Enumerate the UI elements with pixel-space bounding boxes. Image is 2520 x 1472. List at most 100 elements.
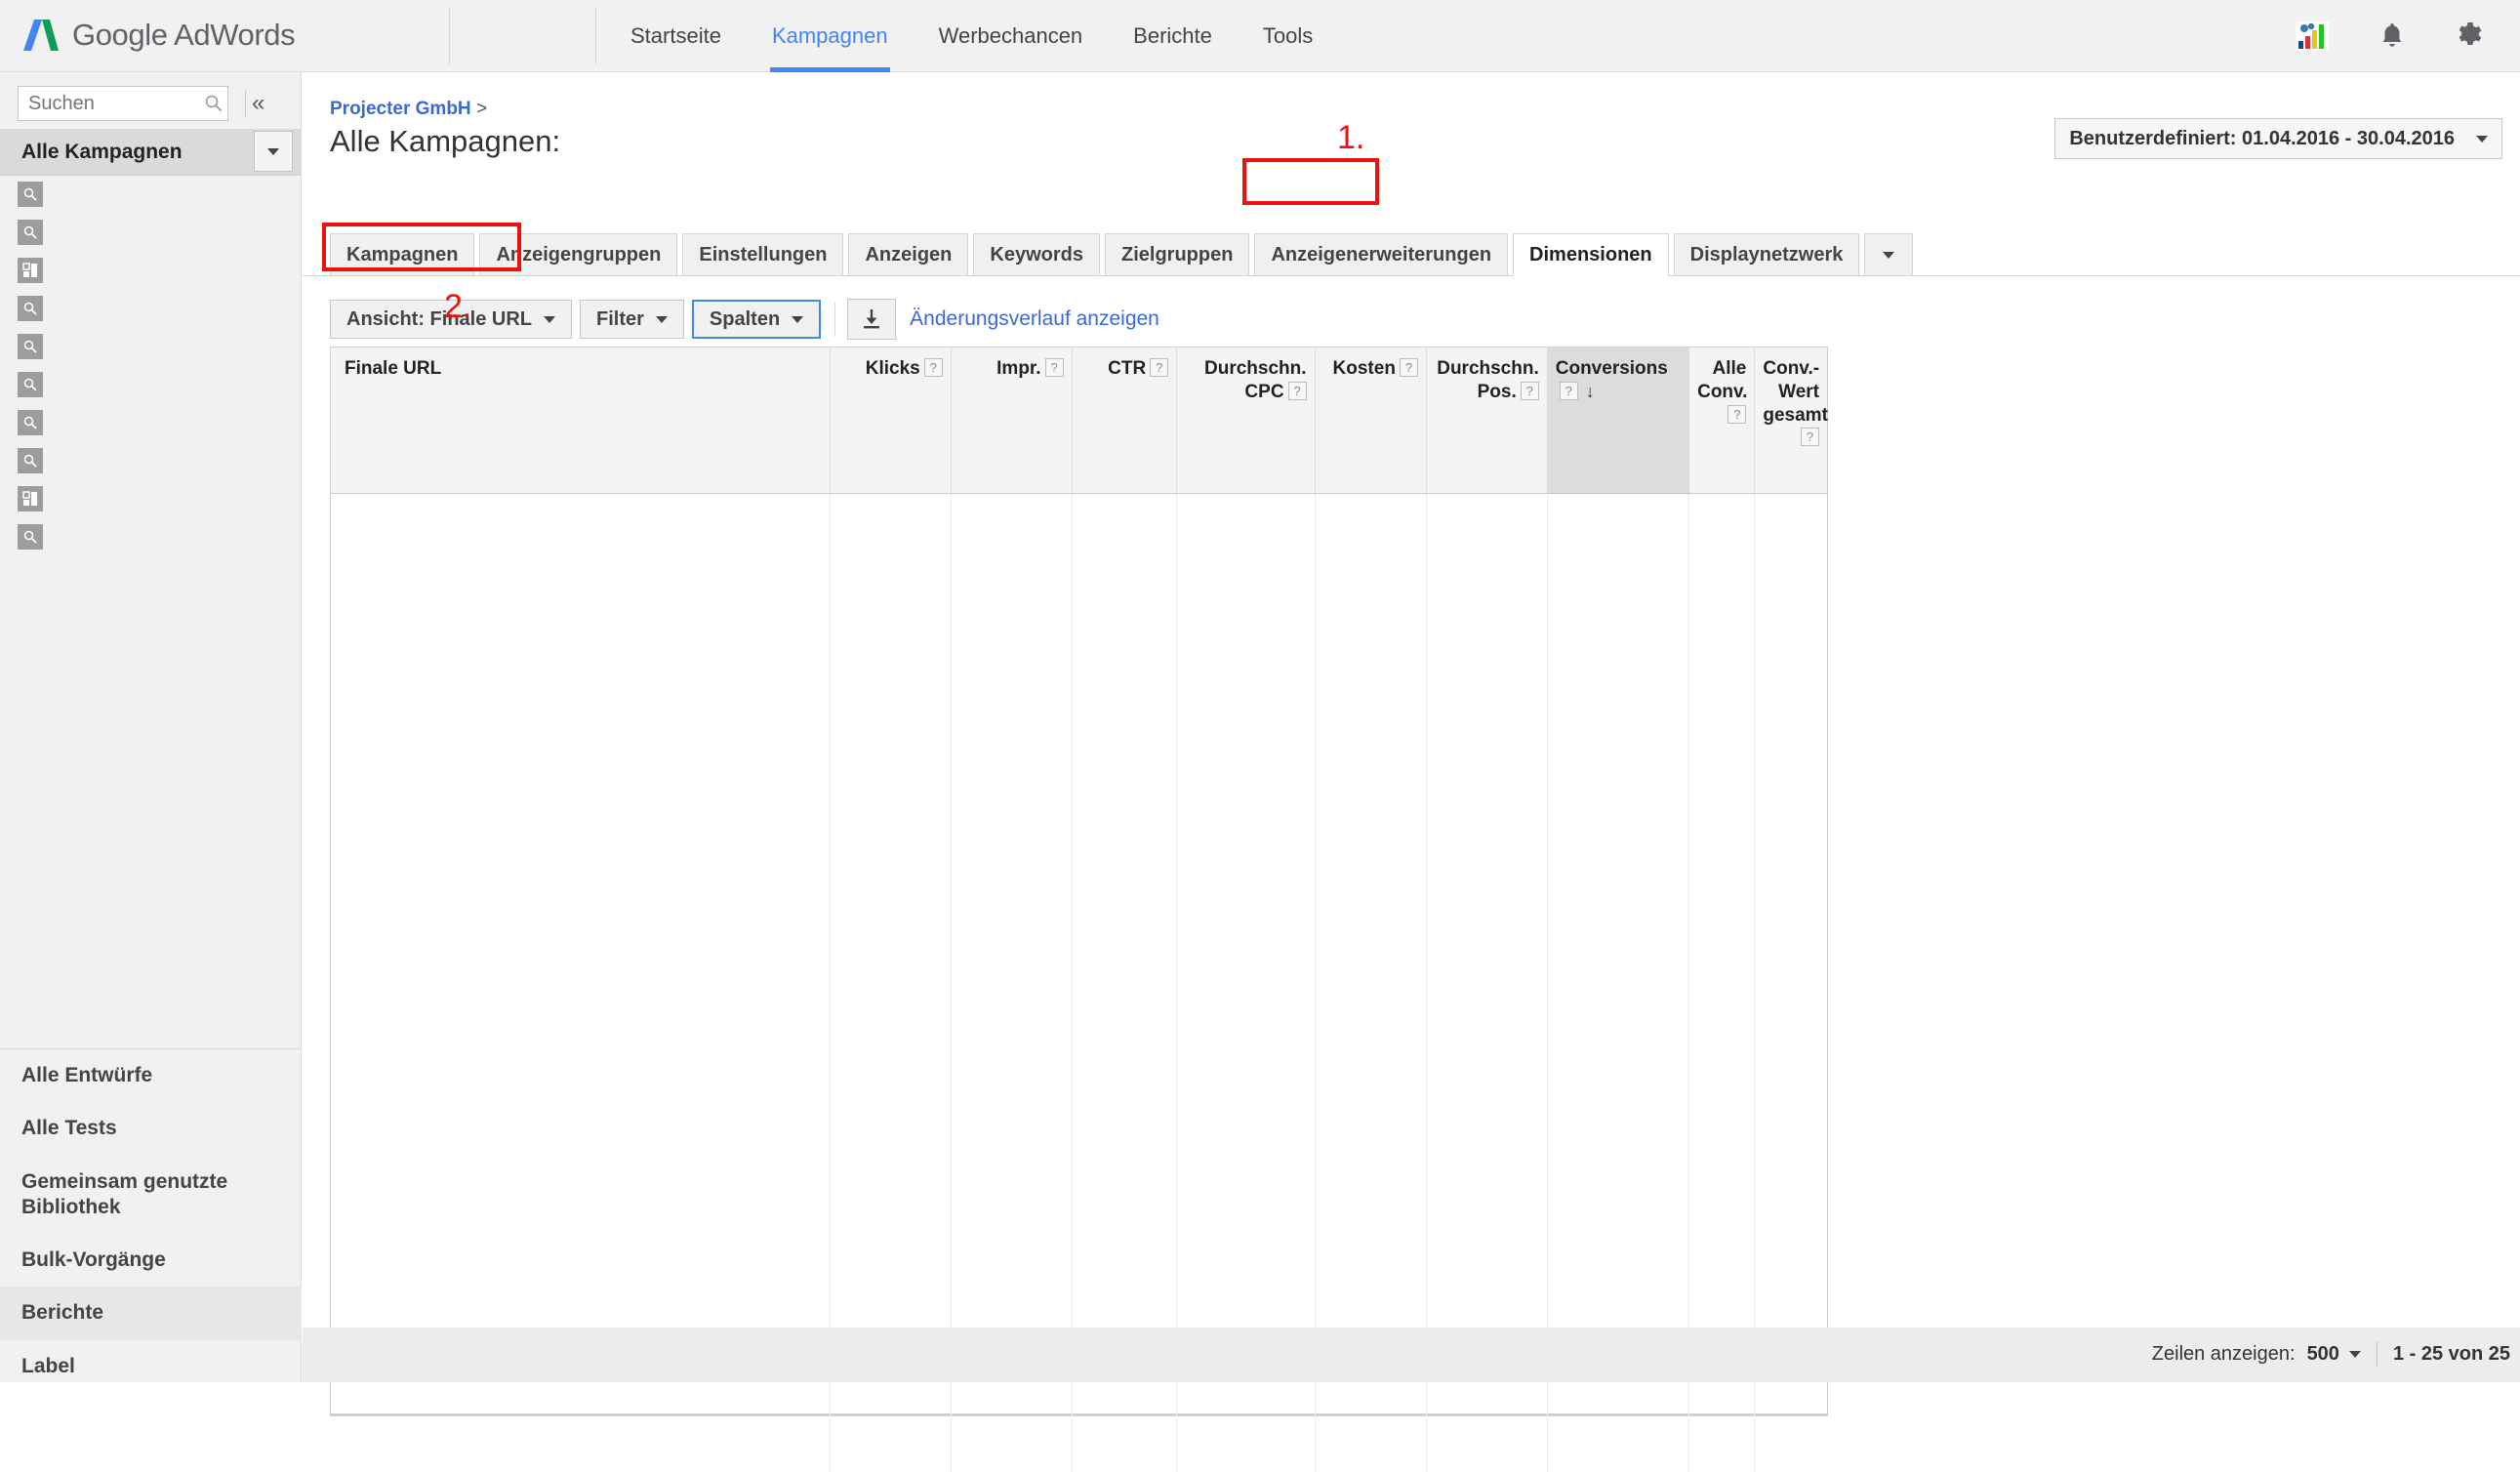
column-header-ctr[interactable]: CTR?	[1072, 348, 1177, 494]
sidebar-item-alle-tests[interactable]: Alle Tests	[0, 1102, 302, 1155]
search-placeholder-icon[interactable]	[18, 182, 43, 207]
account-selector-dropdown[interactable]	[254, 131, 293, 172]
top-divider-1	[449, 8, 450, 64]
download-icon	[862, 308, 881, 330]
annotation-number-2: 2.	[444, 288, 471, 326]
tab-anzeigenerweiterungen[interactable]: Anzeigenerweiterungen	[1254, 233, 1508, 276]
main-content: Projecter GmbH > Alle Kampagnen: Benutze…	[303, 73, 2520, 1382]
rows-per-page-value[interactable]: 500	[2307, 1343, 2339, 1366]
dimensions-table: Finale URL Klicks? Impr.? CTR? Durchschn…	[330, 347, 1828, 1416]
column-header-klicks[interactable]: Klicks?	[830, 348, 951, 494]
tab-keywords[interactable]: Keywords	[973, 233, 1100, 276]
help-icon[interactable]: ?	[1521, 382, 1539, 400]
date-range-selector[interactable]: Benutzerdefiniert: 01.04.2016 - 30.04.20…	[2054, 118, 2502, 159]
table-header-row: Finale URL Klicks? Impr.? CTR? Durchschn…	[331, 348, 1827, 494]
reports-chart-icon[interactable]	[2296, 21, 2329, 51]
pagination-range: 1 - 25 von 25	[2393, 1343, 2510, 1366]
nav-item-tools[interactable]: Tools	[1238, 0, 1338, 72]
column-header-durchschn-cpc[interactable]: Durchschn. CPC?	[1177, 348, 1315, 494]
search-placeholder-icon[interactable]	[18, 220, 43, 245]
filter-button[interactable]: Filter	[580, 300, 684, 339]
search-input[interactable]	[19, 88, 204, 119]
date-range-label: Benutzerdefiniert: 01.04.2016 - 30.04.20…	[2069, 128, 2455, 150]
chevron-down-icon[interactable]	[2349, 1351, 2361, 1358]
main-nav: Startseite Kampagnen Werbechancen Berich…	[605, 0, 1338, 72]
search-placeholder-icon[interactable]	[18, 524, 43, 550]
table-cell	[1315, 494, 1426, 1472]
column-header-kosten[interactable]: Kosten?	[1315, 348, 1426, 494]
collapse-sidebar-button[interactable]: «	[252, 90, 264, 117]
tab-displaynetzwerk[interactable]: Displaynetzwerk	[1674, 233, 1860, 276]
column-header-finale-url[interactable]: Finale URL	[331, 348, 830, 494]
help-icon[interactable]: ?	[1288, 382, 1307, 400]
search-placeholder-icon[interactable]	[18, 410, 43, 435]
columns-button[interactable]: Spalten	[692, 300, 821, 339]
top-divider-2	[595, 8, 596, 64]
help-icon[interactable]: ?	[924, 358, 943, 377]
tab-anzeigen[interactable]: Anzeigen	[848, 233, 968, 276]
help-icon[interactable]: ?	[1560, 382, 1578, 400]
page-title: Alle Kampagnen:	[330, 124, 560, 159]
nav-item-berichte[interactable]: Berichte	[1108, 0, 1238, 72]
toolbar-divider	[834, 302, 835, 337]
account-selector-label: Alle Kampagnen	[21, 141, 183, 164]
tab-anzeigengruppen[interactable]: Anzeigengruppen	[479, 233, 677, 276]
search-box[interactable]	[18, 86, 228, 121]
search-placeholder-icon[interactable]	[18, 448, 43, 473]
tab-zielgruppen[interactable]: Zielgruppen	[1105, 233, 1249, 276]
search-placeholder-icon[interactable]	[18, 334, 43, 359]
layout-placeholder-icon[interactable]	[18, 258, 43, 283]
column-label: Conversions	[1556, 358, 1668, 379]
help-icon[interactable]: ?	[1045, 358, 1064, 377]
account-selector[interactable]: Alle Kampagnen	[0, 129, 301, 176]
view-button-label: Ansicht: Finale URL	[346, 308, 532, 331]
brand-product: AdWords	[174, 18, 295, 52]
sidebar-item-alle-entwuerfe[interactable]: Alle Entwürfe	[0, 1049, 302, 1102]
columns-button-label: Spalten	[710, 308, 780, 331]
sidebar-item-label[interactable]: Label	[0, 1340, 302, 1393]
column-header-impr[interactable]: Impr.?	[951, 348, 1072, 494]
column-header-durchschn-pos[interactable]: Durchschn. Pos.?	[1426, 348, 1547, 494]
chevron-down-icon	[1883, 252, 1894, 259]
tab-dimensionen[interactable]: Dimensionen	[1513, 233, 1669, 276]
column-label: Klicks	[866, 358, 920, 379]
search-placeholder-icon[interactable]	[18, 296, 43, 321]
tab-kampagnen[interactable]: Kampagnen	[330, 233, 474, 276]
tab-more-button[interactable]	[1864, 233, 1913, 276]
sidebar-search-row: «	[0, 72, 302, 129]
filter-button-label: Filter	[596, 308, 644, 331]
table-cell	[1547, 494, 1688, 1472]
sidebar-item-berichte[interactable]: Berichte	[0, 1287, 302, 1339]
table-cell	[1689, 494, 1755, 1472]
sidebar-item-gemeinsam-genutzte-bibliothek[interactable]: Gemeinsam genutzte Bibliothek	[0, 1156, 302, 1235]
chevron-down-icon	[267, 148, 279, 155]
table-cell	[830, 494, 951, 1472]
table-empty-row	[331, 494, 1827, 1472]
help-icon[interactable]: ?	[1727, 405, 1746, 424]
layout-placeholder-icon[interactable]	[18, 486, 43, 511]
nav-item-werbechancen[interactable]: Werbechancen	[914, 0, 1109, 72]
help-icon[interactable]: ?	[1801, 428, 1819, 446]
tab-einstellungen[interactable]: Einstellungen	[682, 233, 843, 276]
search-placeholder-icon[interactable]	[18, 372, 43, 397]
nav-item-startseite[interactable]: Startseite	[605, 0, 747, 72]
nav-item-kampagnen[interactable]: Kampagnen	[747, 0, 914, 72]
download-button[interactable]	[847, 299, 896, 340]
sidebar: « Alle Kampagnen Alle Entwürfe Alle Test…	[0, 72, 302, 1382]
notifications-bell-icon[interactable]	[2379, 21, 2405, 51]
sidebar-item-bulk-vorgaenge[interactable]: Bulk-Vorgänge	[0, 1234, 302, 1287]
column-header-conv-wert-gesamt[interactable]: Conv.-Wert gesamt?	[1755, 348, 1827, 494]
column-label: Impr.	[996, 358, 1040, 379]
adwords-logo[interactable]: Google AdWords	[21, 12, 295, 59]
column-label: Alle Conv.	[1697, 358, 1747, 402]
search-icon	[204, 94, 224, 113]
settings-gear-icon[interactable]	[2456, 21, 2485, 51]
breadcrumb-account-link[interactable]: Projecter GmbH	[330, 99, 471, 119]
column-header-alle-conv[interactable]: Alle Conv.?	[1689, 348, 1755, 494]
table-cell	[1426, 494, 1547, 1472]
help-icon[interactable]: ?	[1150, 358, 1168, 377]
help-icon[interactable]: ?	[1400, 358, 1418, 377]
column-header-conversions[interactable]: Conversions?↓	[1547, 348, 1688, 494]
pagination-controls: Zeilen anzeigen: 500 1 - 25 von 25	[2152, 1341, 2510, 1367]
change-history-link[interactable]: Änderungsverlauf anzeigen	[910, 307, 1159, 331]
